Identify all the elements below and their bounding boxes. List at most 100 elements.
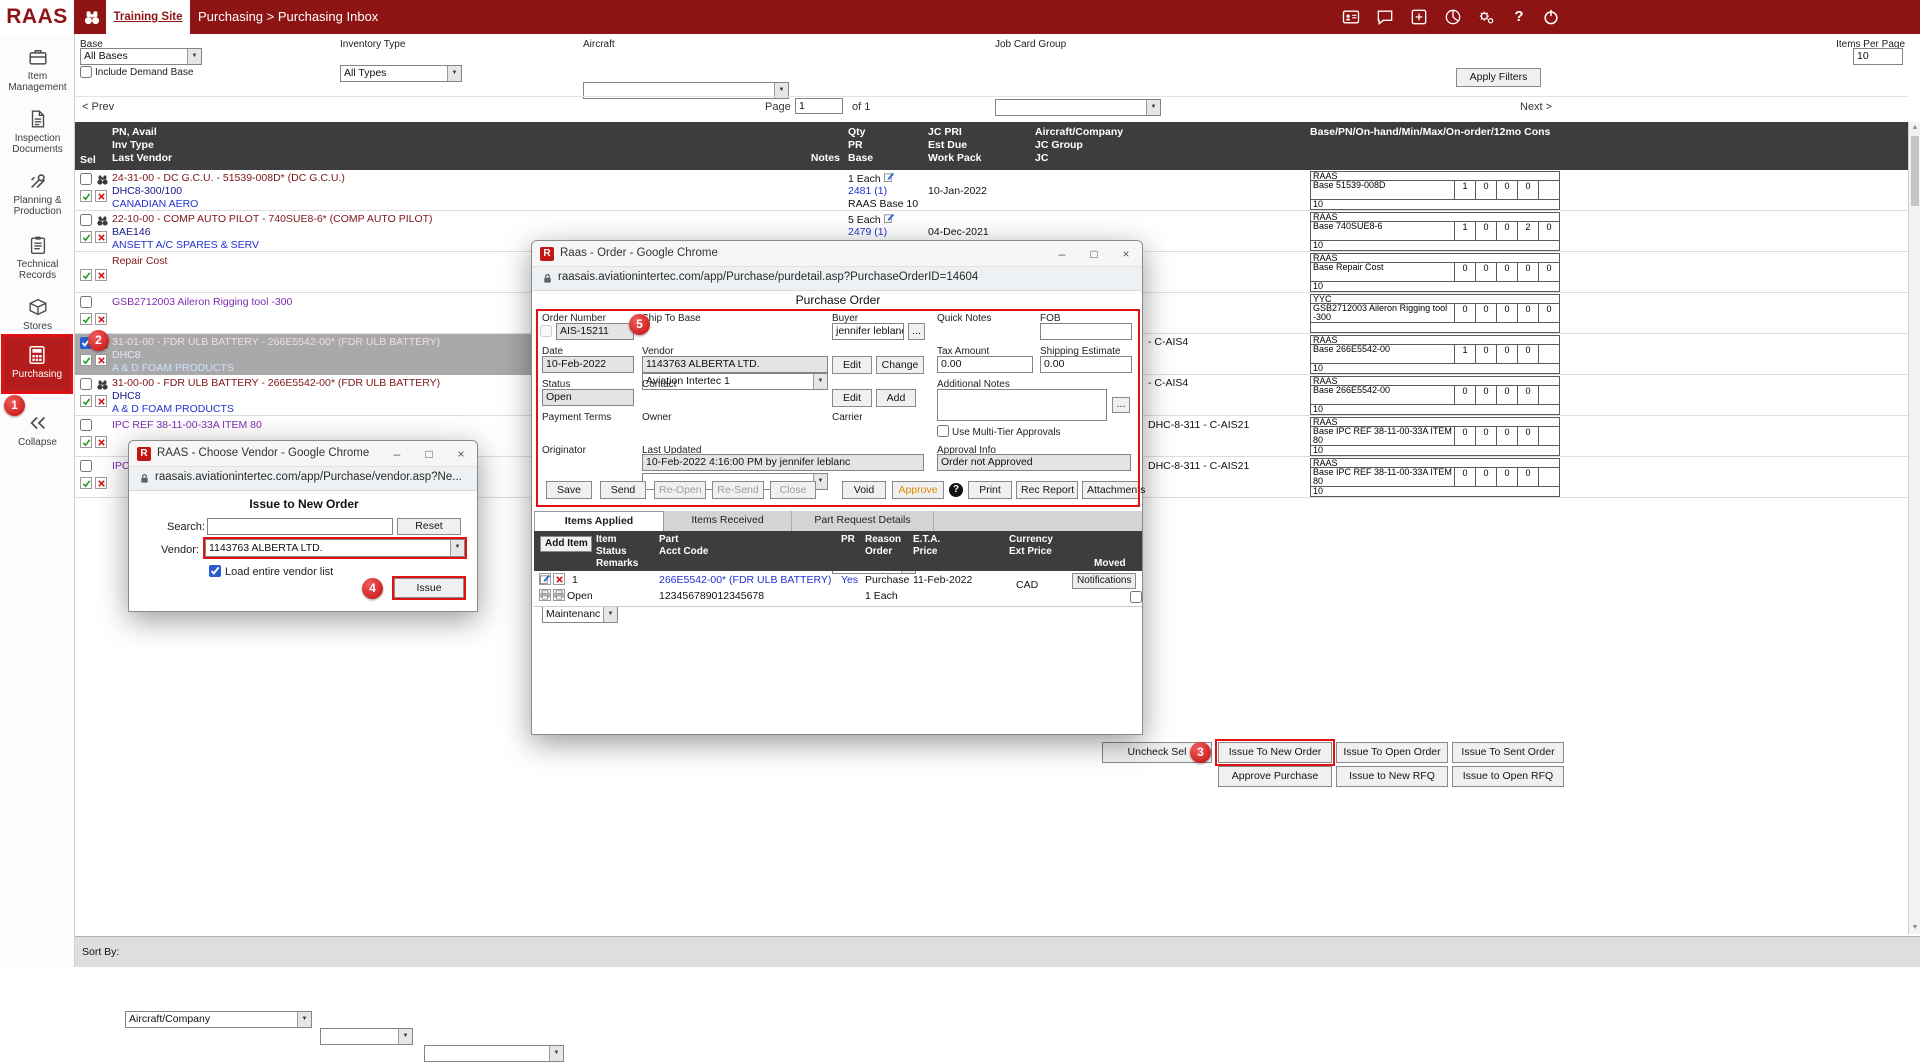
maximize-icon[interactable]: □ xyxy=(1078,241,1110,267)
originator-select[interactable]: Maintenanc▼ xyxy=(542,606,618,623)
url-bar[interactable]: raasais.aviationintertec.com/app/Purchas… xyxy=(129,467,477,491)
window-titlebar[interactable]: R Raas - Order - Google Chrome – □ × xyxy=(532,241,1142,267)
url-bar[interactable]: raasais.aviationintertec.com/app/Purchas… xyxy=(532,267,1142,291)
reset-button[interactable]: Reset xyxy=(397,518,461,535)
part-title[interactable]: 31-01-00 - FDR ULB BATTERY - 266E5542-00… xyxy=(112,336,440,348)
part-title[interactable]: 24-31-00 - DC G.C.U. - 51539-008D* (DC G… xyxy=(112,172,345,184)
vendor-link[interactable]: A & D FOAM PRODUCTS xyxy=(112,362,234,374)
row-select-checkbox[interactable] xyxy=(80,173,92,185)
close-icon[interactable]: × xyxy=(445,441,477,467)
issue-button[interactable]: Issue xyxy=(394,578,464,598)
additional-notes-textarea[interactable] xyxy=(937,389,1107,421)
close-icon[interactable]: × xyxy=(1110,241,1142,267)
tab-items-applied[interactable]: Items Applied xyxy=(534,511,664,531)
print-icon[interactable] xyxy=(553,589,565,601)
edit-item-icon[interactable] xyxy=(539,573,551,585)
issue-pr-icon[interactable] xyxy=(80,190,92,202)
issue-pr-icon[interactable] xyxy=(80,395,92,407)
buyer-input[interactable]: jennifer leblanc xyxy=(832,323,904,340)
part-title[interactable]: 22-10-00 - COMP AUTO PILOT - 740SUE8-6* … xyxy=(112,213,433,225)
row-select-checkbox[interactable] xyxy=(80,296,92,308)
sidebar-item-planning-production[interactable]: Planning & Production xyxy=(0,170,75,217)
delete-icon[interactable] xyxy=(95,231,107,243)
pr-link[interactable]: 2481 (1) xyxy=(848,185,887,197)
issue-pr-icon[interactable] xyxy=(80,436,92,448)
logout-power-icon[interactable] xyxy=(1541,7,1561,27)
reports-icon[interactable] xyxy=(1443,7,1463,27)
row-select-checkbox[interactable] xyxy=(80,214,92,226)
part-title[interactable]: IPC REF 38-11-00-33A ITEM 80 xyxy=(112,419,262,431)
rec-report-button[interactable]: Rec Report xyxy=(1016,481,1078,499)
item-moved-checkbox[interactable] xyxy=(1130,591,1142,603)
issue-pr-icon[interactable] xyxy=(80,313,92,325)
approve-purchase-button[interactable]: Approve Purchase xyxy=(1218,766,1332,787)
scrollbar-thumb[interactable] xyxy=(1911,136,1919,206)
sidebar-item-purchasing[interactable]: Purchasing xyxy=(1,334,73,394)
multi-tier-checkbox[interactable] xyxy=(937,425,949,437)
issue-pr-icon[interactable] xyxy=(80,269,92,281)
send-button[interactable]: Send xyxy=(600,481,646,499)
binoculars-icon[interactable] xyxy=(96,214,109,230)
window-titlebar[interactable]: R RAAS - Choose Vendor - Google Chrome –… xyxy=(129,441,477,467)
item-pr-link[interactable]: Yes xyxy=(841,574,858,586)
contact-edit-button[interactable]: Edit xyxy=(832,389,872,407)
tab-items-received[interactable]: Items Received xyxy=(664,511,792,531)
sidebar-item-inspection-documents[interactable]: Inspection Documents xyxy=(0,108,75,155)
load-vendor-list-checkbox[interactable] xyxy=(209,565,221,577)
messages-icon[interactable] xyxy=(1375,7,1395,27)
new-window-icon[interactable] xyxy=(1409,7,1429,27)
delete-icon[interactable] xyxy=(95,354,107,366)
delete-icon[interactable] xyxy=(95,477,107,489)
sidebar-item-stores[interactable]: Stores xyxy=(0,296,75,332)
notifications-button[interactable]: Notifications xyxy=(1072,573,1136,589)
delete-icon[interactable] xyxy=(95,313,107,325)
prev-page-link[interactable]: < Prev xyxy=(82,101,114,113)
issue-to-new-rfq-button[interactable]: Issue to New RFQ xyxy=(1336,766,1448,787)
add-item-button[interactable]: Add Item xyxy=(540,536,592,552)
void-button[interactable]: Void xyxy=(842,481,886,499)
tax-amount-input[interactable]: 0.00 xyxy=(937,356,1033,373)
vendor-edit-button[interactable]: Edit xyxy=(832,356,872,374)
page-input[interactable]: 1 xyxy=(795,98,843,114)
pr-link[interactable]: 2479 (1) xyxy=(848,226,887,238)
help-icon[interactable]: ? xyxy=(1509,7,1529,27)
shipping-estimate-input[interactable]: 0.00 xyxy=(1040,356,1132,373)
approve-button[interactable]: Approve xyxy=(892,481,944,499)
fob-input[interactable] xyxy=(1040,323,1132,340)
sidebar-item-item-management[interactable]: Item Management xyxy=(0,46,75,93)
sort-select-1[interactable]: Aircraft/Company▼ xyxy=(125,1011,312,1028)
notes-lookup-button[interactable]: ... xyxy=(1112,397,1130,413)
vendor-link[interactable]: ANSETT A/C SPARES & SERV xyxy=(112,239,259,251)
edit-qty-icon[interactable] xyxy=(884,214,894,226)
minimize-icon[interactable]: – xyxy=(381,441,413,467)
print-icon[interactable] xyxy=(539,589,551,601)
binoculars-icon[interactable] xyxy=(83,8,103,28)
vendor-change-button[interactable]: Change xyxy=(876,356,924,374)
binoculars-icon[interactable] xyxy=(96,378,109,394)
job-card-group-select[interactable]: ▼ xyxy=(995,99,1161,116)
row-select-checkbox[interactable] xyxy=(80,378,92,390)
aircraft-type-link[interactable]: BAE146 xyxy=(112,226,151,238)
part-title[interactable]: Repair Cost xyxy=(112,255,167,267)
item-part-link[interactable]: 266E5542-00* (FDR ULB BATTERY) xyxy=(659,574,831,586)
save-button[interactable]: Save xyxy=(546,481,592,499)
maximize-icon[interactable]: □ xyxy=(413,441,445,467)
delete-icon[interactable] xyxy=(95,269,107,281)
attachments-button[interactable]: Attachments xyxy=(1082,481,1140,499)
tab-part-request-details[interactable]: Part Request Details xyxy=(792,511,934,531)
workcards-icon[interactable] xyxy=(1341,7,1361,27)
apply-filters-button[interactable]: Apply Filters xyxy=(1456,68,1541,87)
delete-icon[interactable] xyxy=(95,436,107,448)
sort-select-3[interactable]: ▼ xyxy=(424,1045,564,1062)
next-page-link[interactable]: Next > xyxy=(1520,101,1552,113)
aircraft-type-link[interactable]: DHC8 xyxy=(112,390,141,402)
issue-to-open-order-button[interactable]: Issue To Open Order xyxy=(1336,742,1448,763)
sort-select-2[interactable]: ▼ xyxy=(320,1028,413,1045)
help-icon[interactable]: ? xyxy=(949,483,963,497)
vendor-link[interactable]: A & D FOAM PRODUCTS xyxy=(112,403,234,415)
admin-settings-icon[interactable] xyxy=(1476,7,1496,27)
delete-item-icon[interactable] xyxy=(553,573,565,585)
order-number-checkbox[interactable] xyxy=(540,325,552,337)
delete-icon[interactable] xyxy=(95,190,107,202)
issue-to-open-rfq-button[interactable]: Issue to Open RFQ xyxy=(1452,766,1564,787)
